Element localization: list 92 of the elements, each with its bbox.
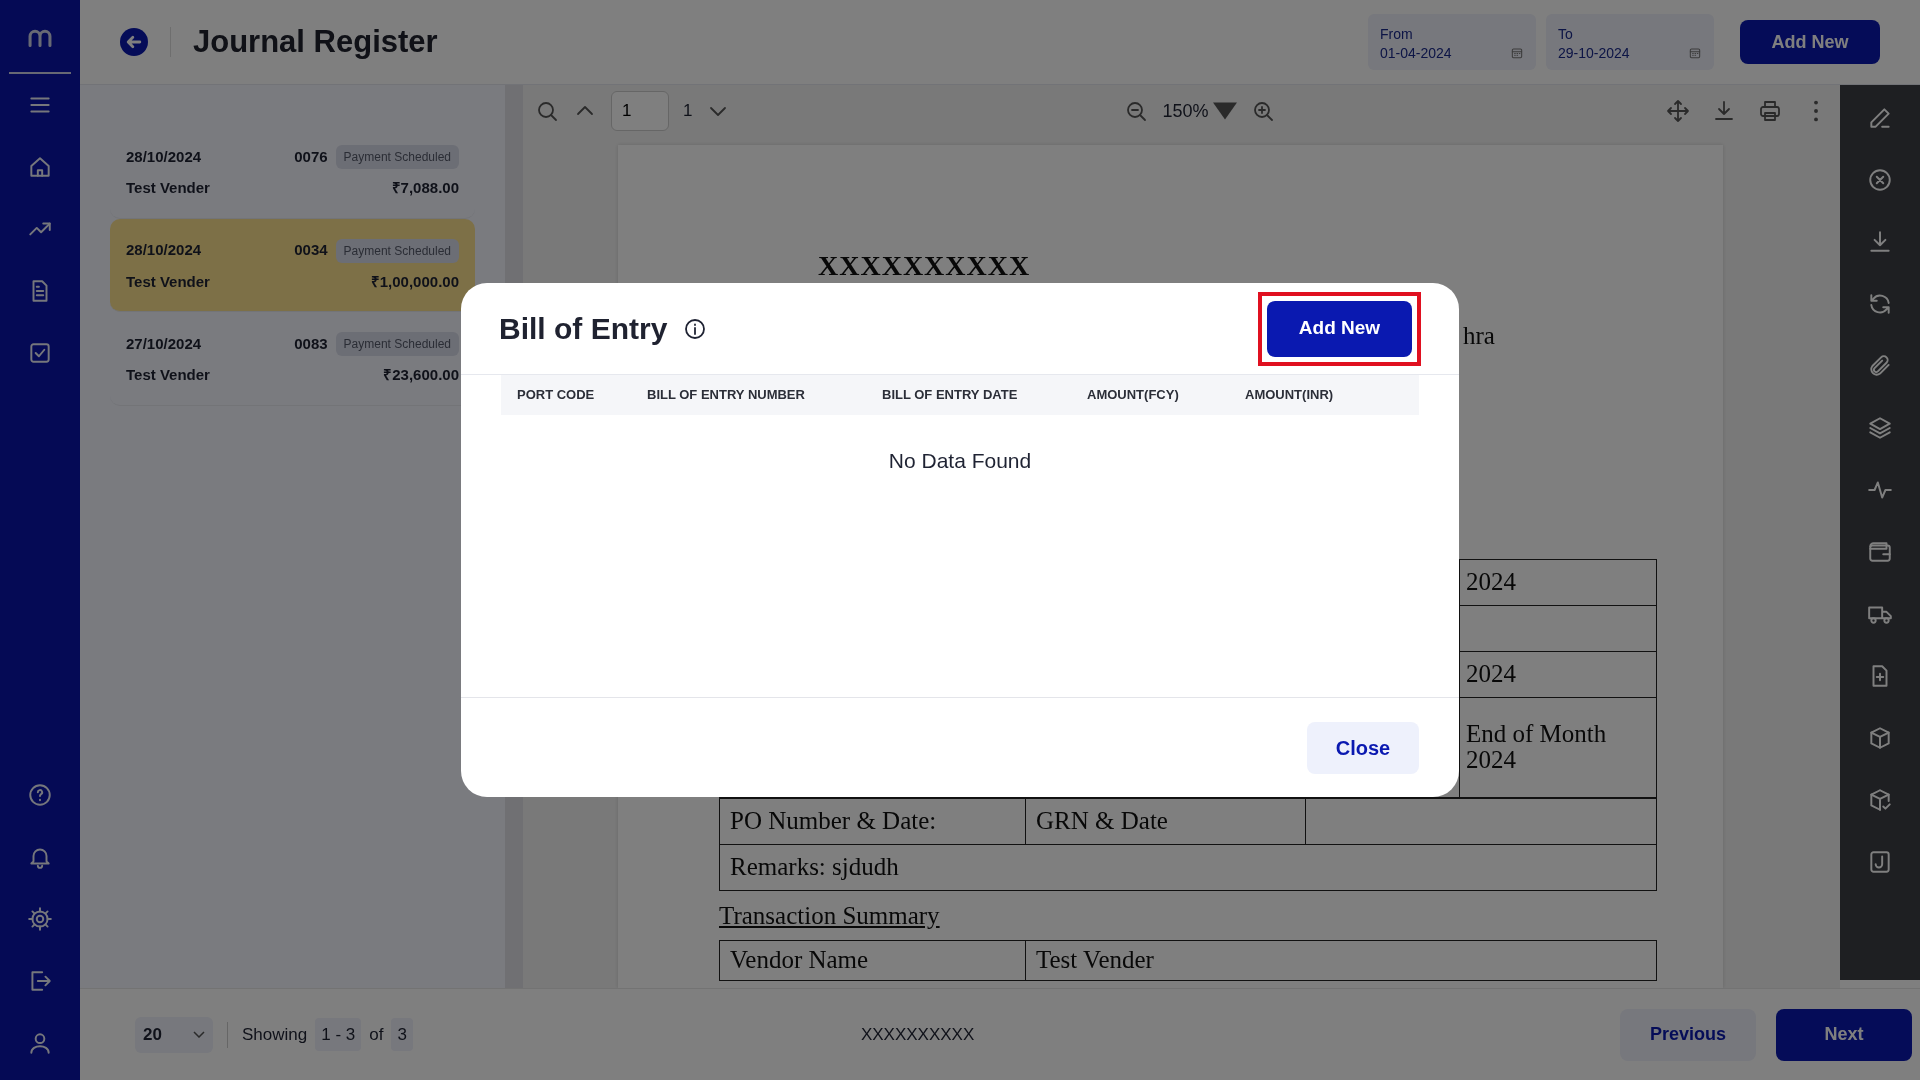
refresh-icon xyxy=(1867,291,1893,317)
download-button[interactable] xyxy=(1867,229,1893,255)
box-icon xyxy=(1867,725,1893,751)
total-count: 3 xyxy=(391,1017,413,1052)
close-circle-icon xyxy=(1867,167,1893,193)
print-icon xyxy=(1758,99,1782,123)
user-icon xyxy=(27,1030,53,1056)
entry-date: 27/10/2024 xyxy=(126,333,202,354)
table-cell: PO Number & Date: xyxy=(719,798,1026,844)
checkbox-button[interactable] xyxy=(27,340,53,366)
column-header: AMOUNT(FCY) xyxy=(1086,386,1180,405)
move-icon xyxy=(1666,99,1690,123)
refresh-button[interactable] xyxy=(1867,291,1893,317)
box-check-button[interactable] xyxy=(1867,787,1893,813)
address-text: hra xyxy=(1463,321,1496,351)
page-count: 1 xyxy=(683,100,693,123)
add-new-button[interactable]: Add New xyxy=(1740,20,1880,64)
zoom-out-icon xyxy=(1124,99,1149,123)
help-button[interactable] xyxy=(27,782,53,808)
column-header: BILL OF ENTRY DATE xyxy=(881,386,1019,405)
edit-button[interactable] xyxy=(1867,105,1893,131)
status-tag: Payment Scheduled xyxy=(335,332,459,356)
next-button[interactable]: Next xyxy=(1776,1008,1912,1061)
column-header: PORT CODE xyxy=(516,386,596,405)
layers-icon xyxy=(1867,415,1893,441)
showing-label: Showing xyxy=(242,1023,308,1046)
help-icon xyxy=(27,782,53,808)
table-cell: Test Vender xyxy=(1025,940,1657,981)
info-icon xyxy=(683,316,708,341)
zoom-level[interactable]: 150% xyxy=(1162,97,1237,125)
dialog-title: Bill of Entry xyxy=(499,310,668,347)
from-date-field[interactable]: From 01-04-2024 xyxy=(1368,14,1536,70)
table-cell: GRN & Date xyxy=(1025,798,1306,844)
field-value: 2024 xyxy=(1466,747,1517,774)
journal-entry[interactable]: 28/10/2024 0076 Payment Scheduled Test Vender ₹7,088.00 xyxy=(110,125,475,219)
entry-number: 0076 xyxy=(294,146,328,167)
home-button[interactable] xyxy=(27,154,53,180)
column-header: AMOUNT(INR) xyxy=(1244,386,1335,405)
vendor-name: Test Vender xyxy=(126,271,210,292)
page-size-select[interactable]: 20 xyxy=(135,1016,213,1053)
of-label: of xyxy=(369,1023,384,1046)
settings-icon xyxy=(27,906,53,932)
calendar-icon xyxy=(1688,46,1702,60)
back-button[interactable] xyxy=(120,28,148,56)
settings-button[interactable] xyxy=(27,906,53,932)
checkbox-icon xyxy=(27,340,53,366)
document-title: XXXXXXXXXX xyxy=(818,249,1032,283)
previous-button[interactable]: Previous xyxy=(1620,1008,1756,1061)
letter-square-button[interactable] xyxy=(1867,849,1893,875)
status-tag: Payment Scheduled xyxy=(335,238,459,263)
field-value: End of Month xyxy=(1466,720,1608,747)
page-input[interactable]: 1 xyxy=(611,91,669,131)
remarks-text: Remarks: sjdudh xyxy=(719,844,1657,890)
edit-icon xyxy=(1867,105,1893,131)
section-title: Transaction Summary xyxy=(719,900,941,931)
entry-date: 28/10/2024 xyxy=(126,146,202,167)
home-icon xyxy=(27,154,53,180)
caret-icon xyxy=(193,1031,205,1038)
footer-text: XXXXXXXXXX xyxy=(860,1023,975,1046)
range-text: 1 - 3 xyxy=(315,1017,362,1052)
vendor-name: Test Vender xyxy=(126,178,210,198)
entry-date: 28/10/2024 xyxy=(126,240,202,261)
column-header: BILL OF ENTRY NUMBER xyxy=(646,386,806,405)
field-value: 2024 xyxy=(1466,568,1517,596)
download-icon xyxy=(1867,229,1893,255)
page-title: Journal Register xyxy=(193,23,438,61)
table-cell: Vendor Name xyxy=(719,940,1026,981)
back-icon xyxy=(120,28,148,56)
vendor-name: Test Vender xyxy=(126,365,210,385)
journal-entry[interactable]: 28/10/2024 0034 Payment Scheduled Test Vender ₹1,00,000.00 xyxy=(110,218,475,312)
calendar-icon xyxy=(1510,46,1524,60)
box-button[interactable] xyxy=(1867,725,1893,751)
letter-square-icon xyxy=(1867,849,1893,875)
entry-number: 0034 xyxy=(294,240,328,261)
field-value: 2024 xyxy=(1466,660,1517,688)
close-circle-button[interactable] xyxy=(1867,167,1893,193)
close-button[interactable]: Close xyxy=(1307,721,1419,774)
box-check-icon xyxy=(1867,787,1893,813)
entry-amount: ₹1,00,000.00 xyxy=(370,271,459,292)
user-button[interactable] xyxy=(27,1030,53,1056)
layers-button[interactable] xyxy=(1867,415,1893,441)
to-date-field[interactable]: To 29-10-2024 xyxy=(1546,14,1714,70)
download-icon xyxy=(1712,99,1736,123)
entry-amount: ₹23,600.00 xyxy=(383,365,459,385)
add-new-button[interactable]: Add New xyxy=(1267,300,1412,357)
wallet-button[interactable] xyxy=(1867,539,1893,565)
empty-message: No Data Found xyxy=(888,448,1032,474)
entry-number: 0083 xyxy=(294,333,328,354)
entry-amount: ₹7,088.00 xyxy=(391,178,459,198)
search-icon xyxy=(535,99,559,123)
status-tag: Payment Scheduled xyxy=(335,145,459,169)
wallet-icon xyxy=(1867,539,1893,565)
